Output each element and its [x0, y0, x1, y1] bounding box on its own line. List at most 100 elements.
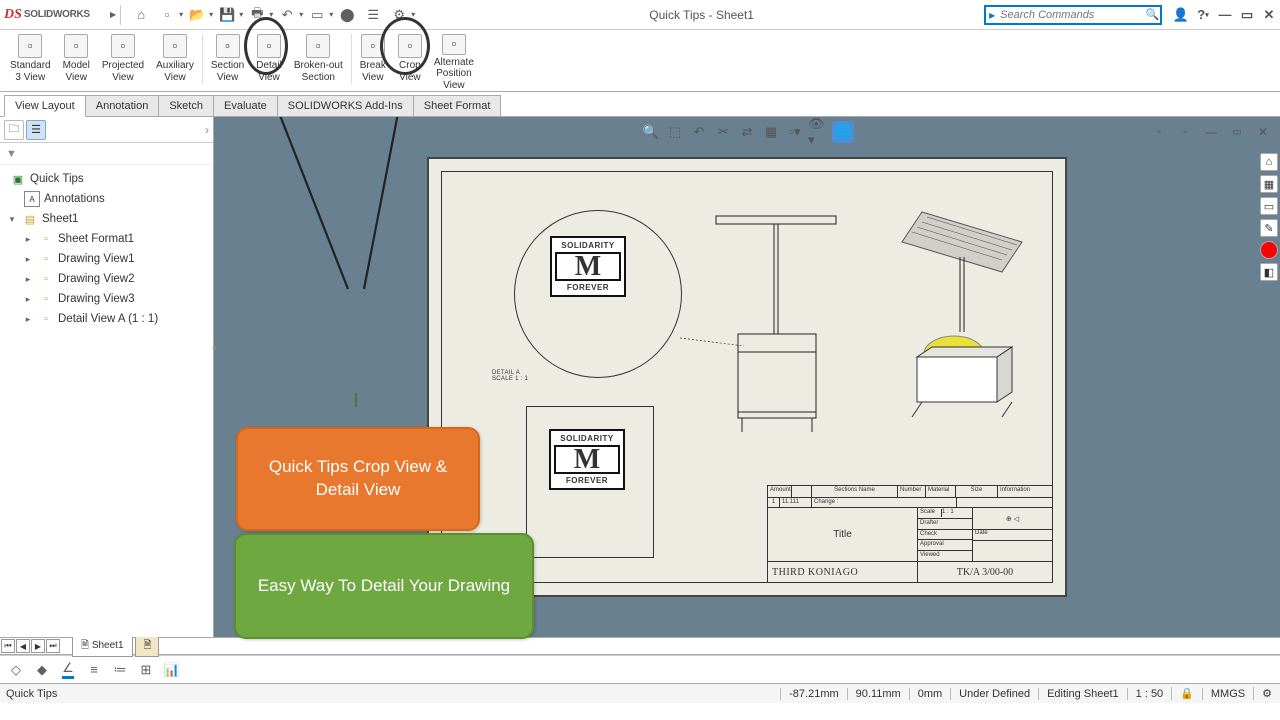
view-orient-icon[interactable]: ▫▾: [784, 121, 806, 143]
iso-view: [862, 202, 1042, 442]
color-display-icon[interactable]: 📊: [162, 660, 182, 680]
home-icon[interactable]: ⌂: [129, 4, 153, 26]
undo-icon-menu[interactable]: ▾: [299, 10, 303, 19]
status-x: -87.21mm: [780, 688, 847, 700]
doc-min-icon[interactable]: —: [1200, 121, 1222, 143]
line-style-icon[interactable]: ≔: [110, 660, 130, 680]
side-home-icon[interactable]: ⌂: [1260, 153, 1278, 171]
status-editing: Editing Sheet1: [1038, 688, 1127, 700]
save-icon-menu[interactable]: ▾: [239, 10, 243, 19]
hide-show-icon[interactable]: 👁▾: [808, 121, 830, 143]
tree-item[interactable]: ▸▫Sheet Format1: [2, 229, 211, 249]
ribbon-model[interactable]: ▫ModelView: [57, 34, 96, 91]
document-title: Quick Tips - Sheet1: [419, 8, 984, 22]
side-custom-icon[interactable]: ✎: [1260, 219, 1278, 237]
tab-prev-icon[interactable]: ◀: [16, 639, 30, 653]
crop-view: SOLIDARITY M FOREVER: [526, 406, 654, 558]
tab-next-icon[interactable]: ▶: [31, 639, 45, 653]
sheet-tab[interactable]: 🗎 Sheet1: [72, 636, 133, 657]
callout-green: Easy Way To Detail Your Drawing: [234, 533, 534, 639]
side-decal-icon[interactable]: ◧: [1260, 263, 1278, 281]
feature-tree: ▣Quick Tips AAnnotations ▾▤Sheet1 ▸▫Shee…: [0, 165, 213, 637]
save-icon[interactable]: 💾: [215, 4, 239, 26]
line-color-icon[interactable]: ∠: [58, 660, 78, 680]
rebuild-icon[interactable]: ⬤: [335, 4, 359, 26]
ribbon-broken-out[interactable]: ▫Broken-outSection: [288, 34, 349, 91]
user-icon[interactable]: 👤: [1170, 5, 1192, 25]
search-commands[interactable]: ▸ 🔍: [984, 5, 1162, 25]
tree-item[interactable]: ▸▫Drawing View3: [2, 289, 211, 309]
side-view-icon[interactable]: ▭: [1260, 197, 1278, 215]
rtab-sheet-format[interactable]: Sheet Format: [413, 95, 502, 116]
prev-view-icon[interactable]: ↶: [688, 121, 710, 143]
splitter-handle[interactable]: ◂: [210, 337, 218, 357]
rtab-annotation[interactable]: Annotation: [85, 95, 160, 116]
doc-restore-icon[interactable]: ▫: [1174, 121, 1196, 143]
select-icon[interactable]: ▭: [305, 4, 329, 26]
logo-menu[interactable]: ▶: [110, 10, 116, 19]
scene-icon[interactable]: ▦: [760, 121, 782, 143]
panel-expand-icon[interactable]: ›: [205, 123, 209, 137]
status-y: 90.11mm: [847, 688, 909, 700]
doc-close-icon[interactable]: ✕: [1252, 121, 1274, 143]
tree-annotations[interactable]: AAnnotations: [2, 189, 211, 209]
restore-button[interactable]: ▭: [1236, 5, 1258, 25]
ribbon-auxiliary[interactable]: ▫AuxiliaryView: [150, 34, 200, 91]
search-input[interactable]: [998, 9, 1145, 21]
filter-icon[interactable]: ▼: [6, 148, 17, 160]
new-icon[interactable]: ▫: [155, 4, 179, 26]
open-icon-menu[interactable]: ▾: [209, 10, 213, 19]
display-style-icon[interactable]: ⇄: [736, 121, 758, 143]
options-icon[interactable]: ☰: [361, 4, 385, 26]
tab-last-icon[interactable]: ⏭: [46, 639, 60, 653]
tree-item[interactable]: ▸▫Detail View A (1 : 1): [2, 309, 211, 329]
ribbon-projected[interactable]: ▫ProjectedView: [96, 34, 150, 91]
web-icon[interactable]: 🌐: [832, 121, 854, 143]
section-view-icon[interactable]: ✂: [712, 121, 734, 143]
add-sheet-tab[interactable]: 🗎: [135, 636, 159, 657]
rtab-sketch[interactable]: Sketch: [158, 95, 214, 116]
status-units[interactable]: MMGS: [1202, 688, 1253, 700]
open-icon[interactable]: 📂: [185, 4, 209, 26]
layer-icon[interactable]: ◇: [6, 660, 26, 680]
search-icon[interactable]: 🔍: [1145, 8, 1160, 21]
tree-sheet[interactable]: ▾▤Sheet1: [2, 209, 211, 229]
line-format-icon[interactable]: ≡: [84, 660, 104, 680]
new-icon-menu[interactable]: ▾: [179, 10, 183, 19]
status-defined: Under Defined: [950, 688, 1038, 700]
side-appearance-icon[interactable]: [1260, 241, 1278, 259]
status-lock-icon[interactable]: 🔒: [1171, 687, 1202, 700]
drawing-sheet: SOLIDARITY M FOREVER DETAIL ASCALE 1 : 1…: [427, 157, 1067, 597]
anno-circle-crop: [380, 17, 430, 75]
zoom-area-icon[interactable]: ⬚: [664, 121, 686, 143]
status-z: 0mm: [909, 688, 950, 700]
search-prefix-icon: ▸: [986, 8, 998, 22]
tree-item[interactable]: ▸▫Drawing View1: [2, 249, 211, 269]
hide-show-edges-icon[interactable]: ⊞: [136, 660, 156, 680]
status-hint: Quick Tips: [0, 688, 780, 700]
property-manager-tab[interactable]: ☰: [26, 120, 46, 140]
anno-circle-detail: [244, 17, 288, 75]
tab-first-icon[interactable]: ⏮: [1, 639, 15, 653]
rtab-evaluate[interactable]: Evaluate: [213, 95, 278, 116]
rtab-solidworks-add-ins[interactable]: SOLIDWORKS Add-Ins: [277, 95, 414, 116]
status-options-icon[interactable]: ⚙: [1253, 687, 1280, 700]
close-button[interactable]: ✕: [1258, 5, 1280, 25]
zoom-fit-icon[interactable]: 🔍: [640, 121, 662, 143]
detail-label: DETAIL ASCALE 1 : 1: [492, 370, 528, 382]
ribbon-standard[interactable]: ▫Standard3 View: [4, 34, 57, 91]
tree-item[interactable]: ▸▫Drawing View2: [2, 269, 211, 289]
status-scale[interactable]: 1 : 50: [1127, 688, 1172, 700]
tree-root[interactable]: ▣Quick Tips: [2, 169, 211, 189]
minimize-button[interactable]: —: [1214, 5, 1236, 25]
layer2-icon[interactable]: ◆: [32, 660, 52, 680]
side-resources-icon[interactable]: ▦: [1260, 175, 1278, 193]
front-view: [706, 214, 846, 434]
rtab-view-layout[interactable]: View Layout: [4, 95, 86, 117]
doc-max-icon[interactable]: ▭: [1226, 121, 1248, 143]
select-icon-menu[interactable]: ▾: [329, 10, 333, 19]
ribbon-alternate[interactable]: ▫AlternatePositionView: [428, 34, 480, 91]
help-icon[interactable]: ?▾: [1192, 5, 1214, 25]
feature-manager-tab[interactable]: 🗀: [4, 120, 24, 140]
doc-minimize-icon[interactable]: ▫: [1148, 121, 1170, 143]
